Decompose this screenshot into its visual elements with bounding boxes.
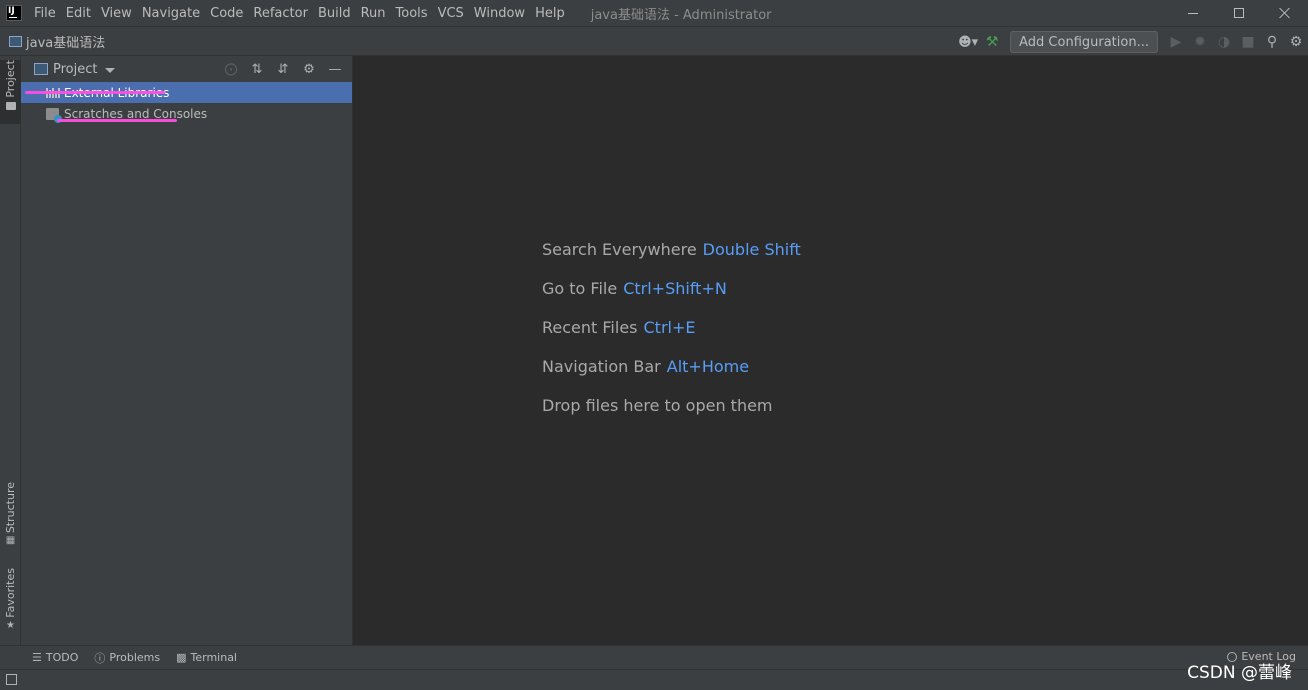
locate-file-icon[interactable]: ⨀ — [218, 58, 244, 80]
expand-all-icon[interactable]: ⇅ — [244, 58, 270, 80]
menu-code[interactable]: Code — [206, 6, 247, 21]
debug-icon[interactable]: ✹ — [1188, 30, 1212, 54]
folder-icon — [5, 101, 16, 110]
maximize-button[interactable] — [1216, 0, 1262, 26]
window-controls — [1170, 0, 1308, 26]
project-panel-header: Project ⨀ ⇅ ⇵ ⚙ — — [21, 56, 352, 82]
terminal-tab[interactable]: ▩ Terminal — [176, 651, 237, 664]
project-panel: Project ⨀ ⇅ ⇵ ⚙ — External Libraries Scr… — [21, 56, 353, 645]
hint-go-to-file: Go to File Ctrl+Shift+N — [542, 279, 727, 298]
tree-item-scratches-and-consoles[interactable]: Scratches and Consoles — [21, 103, 352, 124]
build-hammer-icon[interactable]: ⚒ — [980, 30, 1004, 54]
bottom-tool-bar: ☰ TODO ⓘ Problems ▩ Terminal Event Log — [0, 645, 1308, 669]
todo-icon: ☰ — [32, 651, 42, 664]
menu-build[interactable]: Build — [314, 6, 355, 21]
todo-tab[interactable]: ☰ TODO — [32, 651, 78, 664]
structure-tool-tab[interactable]: Structure ▦ — [0, 482, 21, 550]
menu-tools[interactable]: Tools — [392, 6, 432, 21]
menu-view[interactable]: View — [97, 6, 136, 21]
stop-icon[interactable]: ■ — [1236, 30, 1260, 54]
project-panel-title[interactable]: Project — [53, 62, 97, 77]
hint-navigation-bar: Navigation Bar Alt+Home — [542, 357, 750, 376]
project-tool-tab[interactable]: Project — [0, 60, 21, 124]
view-dropdown-icon[interactable] — [105, 67, 116, 73]
project-view-icon — [34, 63, 48, 75]
favorites-tool-tab[interactable]: Favorites ★ — [0, 568, 21, 636]
structure-tool-label: Structure — [4, 482, 17, 534]
problems-tab[interactable]: ⓘ Problems — [94, 650, 160, 666]
panel-settings-gear-icon[interactable]: ⚙ — [296, 58, 322, 80]
project-panel-tools: ⨀ ⇅ ⇵ ⚙ — — [218, 56, 348, 82]
annotation-underline — [57, 119, 177, 122]
account-icon[interactable]: ☻▾ — [956, 30, 980, 54]
menu-window[interactable]: Window — [470, 6, 529, 21]
tree-item-external-libraries[interactable]: External Libraries — [21, 82, 352, 103]
hint-recent-files: Recent Files Ctrl+E — [542, 318, 696, 337]
search-icon[interactable]: ⚲ — [1260, 30, 1284, 54]
close-button[interactable] — [1262, 0, 1308, 26]
menu-edit[interactable]: Edit — [62, 6, 95, 21]
coverage-icon[interactable]: ◑ — [1212, 30, 1236, 54]
project-folder-icon — [9, 35, 22, 47]
menu-run[interactable]: Run — [357, 6, 390, 21]
scratches-icon — [46, 107, 62, 123]
left-tool-strip: Project Structure ▦ Favorites ★ — [0, 56, 21, 645]
menu-navigate[interactable]: Navigate — [138, 6, 204, 21]
toggle-tool-windows-icon[interactable] — [6, 674, 17, 685]
favorites-tool-label: Favorites — [4, 568, 17, 618]
star-icon: ★ — [6, 619, 15, 631]
hide-panel-icon[interactable]: — — [322, 58, 348, 80]
add-configuration-button[interactable]: Add Configuration... — [1010, 31, 1158, 53]
editor-area[interactable]: Search Everywhere Double Shift Go to File… — [353, 56, 1308, 645]
menu-refactor[interactable]: Refactor — [249, 6, 312, 21]
minimize-button[interactable] — [1170, 0, 1216, 26]
hint-search-everywhere: Search Everywhere Double Shift — [542, 240, 801, 259]
watermark: CSDN @蕾峰 — [1187, 663, 1292, 683]
window-title: java基础语法 - Administrator — [590, 7, 772, 23]
menu-vcs[interactable]: VCS — [434, 6, 468, 21]
annotation-underline — [25, 91, 165, 94]
toolbar-right: ☻▾ ⚒ Add Configuration... ▶ ✹ ◑ ■ ⚲ ⚙ — [956, 27, 1308, 57]
status-bar — [0, 669, 1308, 690]
navigation-bar: java基础语法 ☻▾ ⚒ Add Configuration... ▶ ✹ ◑… — [0, 26, 1308, 56]
project-tool-label: Project — [4, 60, 17, 98]
structure-icon: ▦ — [5, 535, 16, 547]
title-bar: File Edit View Navigate Code Refactor Bu… — [0, 0, 1308, 26]
collapse-all-icon[interactable]: ⇵ — [270, 58, 296, 80]
problems-icon: ⓘ — [94, 651, 106, 665]
menu-help[interactable]: Help — [531, 6, 569, 21]
settings-gear-icon[interactable]: ⚙ — [1284, 30, 1308, 54]
close-icon — [1279, 7, 1291, 19]
menu-file[interactable]: File — [30, 6, 60, 21]
hint-drop-files: Drop files here to open them — [542, 396, 773, 415]
intellij-logo-icon — [6, 5, 22, 21]
terminal-icon: ▩ — [176, 651, 187, 664]
breadcrumb-project[interactable]: java基础语法 — [26, 32, 105, 51]
minimize-icon — [1188, 12, 1198, 14]
run-icon[interactable]: ▶ — [1164, 30, 1188, 54]
maximize-icon — [1234, 8, 1244, 18]
